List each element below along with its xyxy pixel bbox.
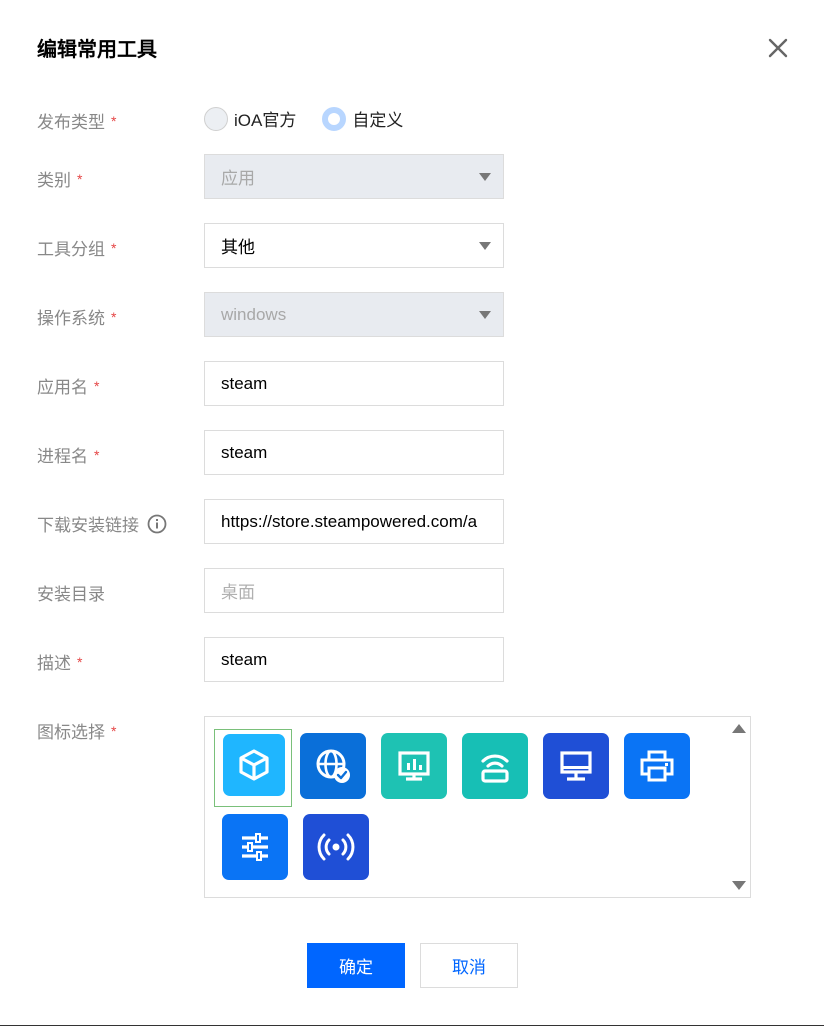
radio-ioa-official[interactable]: iOA官方 bbox=[204, 106, 296, 131]
icon-select-label: 图标选择 * bbox=[37, 718, 116, 743]
install-dir-input[interactable]: 桌面 bbox=[204, 568, 504, 613]
tool-group-select[interactable]: 其他 bbox=[204, 223, 504, 268]
download-link-label: 下载安装链接 bbox=[37, 511, 167, 536]
install-dir-placeholder: 桌面 bbox=[221, 583, 255, 602]
radio-label: 自定义 bbox=[352, 111, 404, 130]
required-mark: * bbox=[94, 377, 100, 394]
radio-circle bbox=[204, 106, 228, 131]
chevron-down-icon bbox=[479, 311, 491, 319]
tool-group-value: 其他 bbox=[221, 238, 255, 257]
close-icon[interactable] bbox=[766, 36, 790, 60]
required-mark: * bbox=[94, 446, 100, 463]
required-mark: * bbox=[77, 653, 83, 670]
chevron-down-icon bbox=[479, 173, 491, 181]
required-mark: * bbox=[111, 308, 117, 325]
monitor-chart-icon[interactable] bbox=[381, 733, 447, 799]
cube-icon[interactable] bbox=[223, 734, 285, 796]
radio-custom[interactable]: 自定义 bbox=[322, 106, 403, 131]
install-dir-label: 安装目录 bbox=[37, 580, 105, 605]
description-label-text: 描述 bbox=[37, 654, 71, 673]
broadcast-icon[interactable] bbox=[303, 814, 369, 880]
description-label: 描述 * bbox=[37, 649, 82, 674]
download-link-input[interactable]: https://store.steampowered.com/a bbox=[204, 499, 504, 544]
release-type-radio-group: iOA官方 自定义 bbox=[204, 106, 429, 131]
process-name-label: 进程名 * bbox=[37, 442, 99, 467]
router-wifi-icon[interactable] bbox=[462, 733, 528, 799]
radio-circle-checked bbox=[322, 106, 347, 131]
edit-tool-dialog: 编辑常用工具 发布类型 * iOA官方 自定义 类别 * 应用 工具分组 * 其… bbox=[0, 0, 824, 1026]
os-select[interactable]: windows bbox=[204, 292, 504, 337]
release-type-label: 发布类型 * bbox=[37, 108, 116, 133]
app-name-label: 应用名 * bbox=[37, 373, 99, 398]
sliders-icon[interactable] bbox=[222, 814, 288, 880]
os-label-text: 操作系统 bbox=[37, 309, 105, 328]
tool-group-label-text: 工具分组 bbox=[37, 240, 105, 259]
cancel-button[interactable]: 取消 bbox=[420, 943, 518, 988]
required-mark: * bbox=[77, 170, 83, 187]
process-name-input[interactable]: steam bbox=[204, 430, 504, 475]
os-value: windows bbox=[221, 304, 287, 324]
required-mark: * bbox=[111, 112, 117, 129]
category-label: 类别 * bbox=[37, 166, 82, 191]
download-link-value: https://store.steampowered.com/a bbox=[221, 511, 478, 531]
desktop-icon[interactable] bbox=[543, 733, 609, 799]
install-dir-label-text: 安装目录 bbox=[37, 585, 105, 604]
category-value: 应用 bbox=[221, 169, 255, 188]
app-name-input[interactable]: steam bbox=[204, 361, 504, 406]
confirm-button[interactable]: 确定 bbox=[307, 943, 405, 988]
icon-picker bbox=[204, 716, 751, 898]
radio-label: iOA官方 bbox=[234, 111, 297, 130]
download-link-label-text: 下载安装链接 bbox=[37, 516, 139, 535]
required-mark: * bbox=[111, 239, 117, 256]
process-name-label-text: 进程名 bbox=[37, 447, 88, 466]
icon-select-label-text: 图标选择 bbox=[37, 723, 105, 742]
app-name-label-text: 应用名 bbox=[37, 378, 88, 397]
required-mark: * bbox=[111, 722, 117, 739]
release-type-label-text: 发布类型 bbox=[37, 113, 105, 132]
description-value: steam bbox=[221, 649, 268, 669]
chevron-down-icon bbox=[479, 242, 491, 250]
description-input[interactable]: steam bbox=[204, 637, 504, 682]
dialog-title: 编辑常用工具 bbox=[37, 39, 157, 61]
category-label-text: 类别 bbox=[37, 171, 71, 190]
process-name-value: steam bbox=[221, 442, 268, 462]
tool-group-label: 工具分组 * bbox=[37, 235, 116, 260]
scroll-down-arrow-icon[interactable] bbox=[732, 881, 746, 890]
os-label: 操作系统 * bbox=[37, 304, 116, 329]
category-select[interactable]: 应用 bbox=[204, 154, 504, 199]
app-name-value: steam bbox=[221, 373, 268, 393]
printer-icon[interactable] bbox=[624, 733, 690, 799]
scroll-up-arrow-icon[interactable] bbox=[732, 724, 746, 733]
info-icon[interactable] bbox=[147, 514, 167, 534]
globe-check-icon[interactable] bbox=[300, 733, 366, 799]
